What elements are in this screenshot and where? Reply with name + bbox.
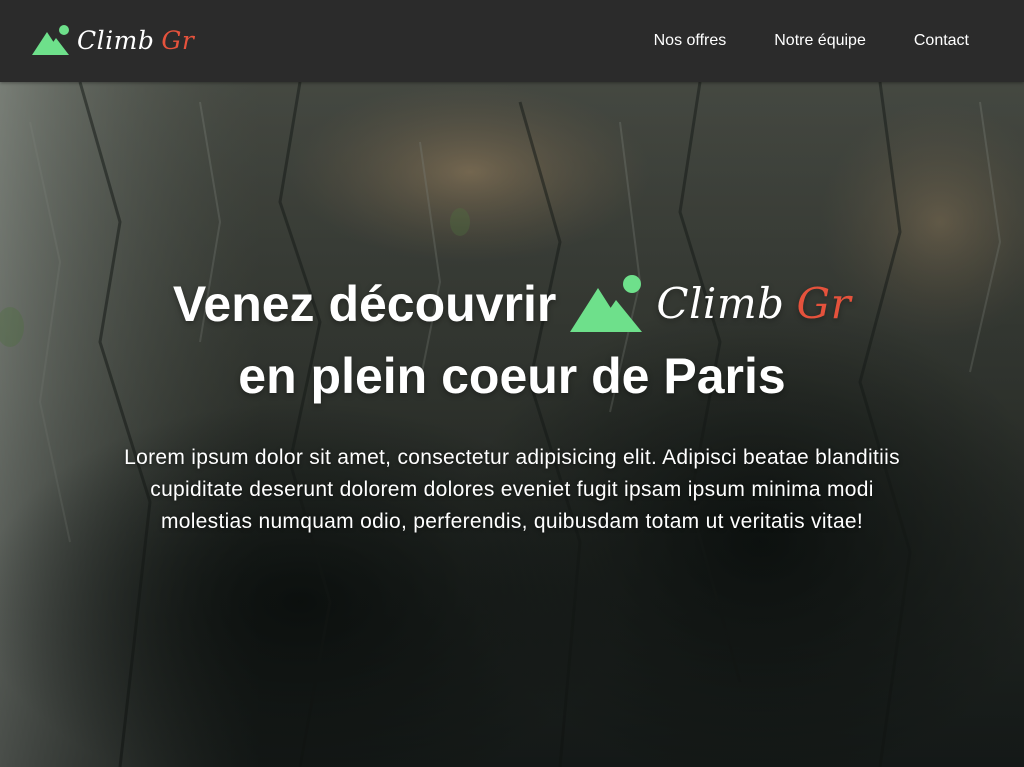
- brand-word-gr: Gr: [161, 25, 195, 55]
- nav-link-contact[interactable]: Contact: [890, 26, 994, 56]
- hero-headline-text1: Venez découvrir: [172, 276, 557, 332]
- nav-link-notre-equipe[interactable]: Notre équipe: [750, 26, 890, 56]
- hero-headline: Venez découvrir Climb Gr en plein coeur d…: [0, 268, 1024, 412]
- hero-logo-wordmark: Climb Gr: [656, 268, 851, 340]
- hero-headline-line2: en plein coeur de Paris: [238, 348, 786, 404]
- hero-logo-word-climb: Climb: [656, 279, 785, 328]
- hero-content: Venez découvrir Climb Gr en plein coeur d…: [0, 268, 1024, 538]
- mountain-sun-logo-icon: [32, 25, 69, 55]
- hero-lead-paragraph: Lorem ipsum dolor sit amet, consectetur …: [124, 446, 900, 533]
- main-nav: Nos offres Notre équipe Contact: [630, 0, 994, 82]
- hero-inline-logo: Climb Gr: [570, 268, 851, 340]
- brand-word-climb: Climb: [77, 25, 155, 55]
- hero-headline-line1: Venez découvrir Climb Gr: [0, 268, 1024, 340]
- top-navbar: Climb Gr Nos offres Notre équipe Contact: [0, 0, 1024, 82]
- brand-logo-link[interactable]: Climb Gr: [32, 22, 194, 58]
- hero-section: Venez découvrir Climb Gr en plein coeur d…: [0, 82, 1024, 767]
- mountain-sun-icon: [570, 275, 643, 332]
- brand-wordmark: Climb Gr: [77, 28, 194, 53]
- nav-link-nos-offres[interactable]: Nos offres: [630, 26, 751, 56]
- hero-logo-word-gr: Gr: [796, 279, 852, 328]
